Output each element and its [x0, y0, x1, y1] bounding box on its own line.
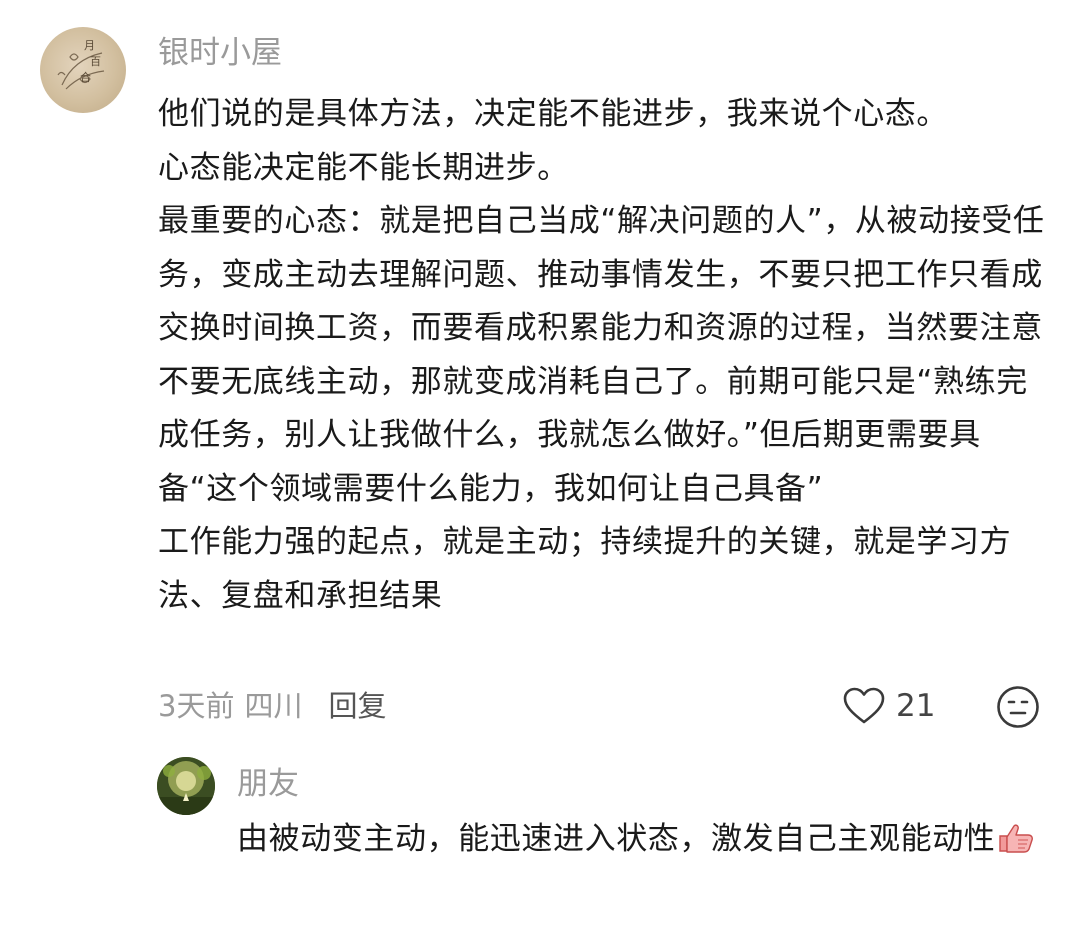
comment-body: 他们说的是具体方法，决定能不能进步，我来说个心态。 心态能决定能不能长期进步。 … — [158, 88, 1048, 623]
svg-text:合: 合 — [80, 70, 91, 84]
like-count: 21 — [896, 688, 936, 724]
reply-body: 由被动变主动，能迅速进入状态，激发自己主观能动性 — [237, 813, 1037, 867]
comment-paragraph: 心态能决定能不能长期进步。 — [158, 149, 569, 186]
comment-time: 3天前 — [158, 689, 235, 723]
emoji-face-icon — [997, 686, 1039, 728]
avatar[interactable]: 月 百 合 — [40, 27, 126, 113]
avatar-icon — [157, 757, 215, 815]
comment-meta: 3天前 四川 回复 — [158, 684, 386, 728]
comment-paragraph: 最重要的心态：就是把自己当成“解决问题的人”，从被动接受任务，变成主动去理解问题… — [158, 203, 1045, 507]
reply-username[interactable]: 朋友 — [237, 764, 299, 804]
thumbs-up-icon — [997, 823, 1035, 853]
like-button[interactable]: 21 — [842, 684, 935, 728]
reply-avatar[interactable] — [157, 757, 215, 815]
heart-outline-icon — [843, 687, 885, 724]
svg-text:百: 百 — [90, 55, 101, 68]
avatar-icon: 月 百 合 — [57, 39, 105, 90]
emoji-reaction-button[interactable] — [996, 685, 1040, 729]
comment-paragraph: 工作能力强的起点，就是主动；持续提升的关键，就是学习方法、复盘和承担结果 — [158, 524, 1012, 614]
comment-location: 四川 — [244, 689, 303, 723]
reply-button[interactable]: 回复 — [328, 689, 386, 723]
svg-text:月: 月 — [84, 39, 95, 52]
comment-paragraph: 他们说的是具体方法，决定能不能进步，我来说个心态。 — [158, 96, 948, 132]
comment-username[interactable]: 银时小屋 — [158, 33, 282, 73]
reply-text: 由被动变主动，能迅速进入状态，激发自己主观能动性 — [237, 821, 996, 857]
